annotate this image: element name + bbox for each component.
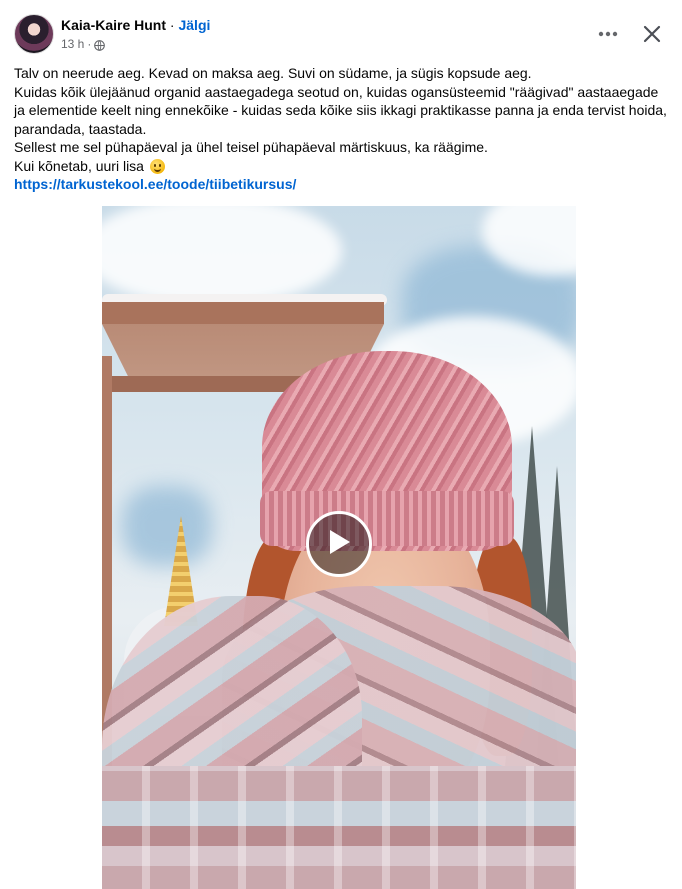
scarf-bottom <box>102 766 576 889</box>
post-text-line: Sellest me sel pühapäeval ja ühel teisel… <box>14 139 488 155</box>
pavilion-roof <box>102 302 384 324</box>
post-text-cta: Kui kõnetab, uuri lisa <box>14 157 144 174</box>
post-text-line: Talv on neerude aeg. Kevad on maksa aeg.… <box>14 65 532 81</box>
video-player[interactable] <box>102 206 576 889</box>
post-link-row: https://tarkustekool.ee/toode/tiibetikur… <box>14 175 670 194</box>
author-name[interactable]: Kaia-Kaire Hunt <box>61 17 166 33</box>
post-text: Talv on neerude aeg. Kevad on maksa aeg.… <box>14 64 670 194</box>
name-separator: · <box>169 17 175 33</box>
smiling-face-emoji-icon <box>149 158 165 174</box>
name-row: Kaia-Kaire Hunt · Jälgi <box>61 16 210 34</box>
avatar[interactable] <box>14 14 54 54</box>
sky-patch <box>122 486 212 566</box>
header-actions <box>596 22 664 46</box>
play-button[interactable] <box>306 511 372 577</box>
time-separator: · <box>87 37 92 51</box>
globe-icon <box>94 39 106 51</box>
time-row: 13 h · <box>61 36 210 52</box>
follow-button[interactable]: Jälgi <box>178 17 210 33</box>
post-text-line: Kui kõnetab, uuri lisa <box>14 157 670 176</box>
post-link[interactable]: https://tarkustekool.ee/toode/tiibetikur… <box>14 176 296 192</box>
close-icon[interactable] <box>640 22 664 46</box>
more-options-icon[interactable] <box>596 22 620 46</box>
post-card: Kaia-Kaire Hunt · Jälgi 13 h · Talv on n… <box>0 0 682 889</box>
post-text-line: Kuidas kõik ülejäänud organid aastaegade… <box>14 83 667 137</box>
post-time[interactable]: 13 h <box>61 36 84 52</box>
play-icon <box>326 528 352 561</box>
post-header: Kaia-Kaire Hunt · Jälgi 13 h · <box>14 14 210 54</box>
cloud <box>102 206 342 306</box>
beanie-band <box>260 491 514 546</box>
post-meta: Kaia-Kaire Hunt · Jälgi 13 h · <box>61 16 210 52</box>
